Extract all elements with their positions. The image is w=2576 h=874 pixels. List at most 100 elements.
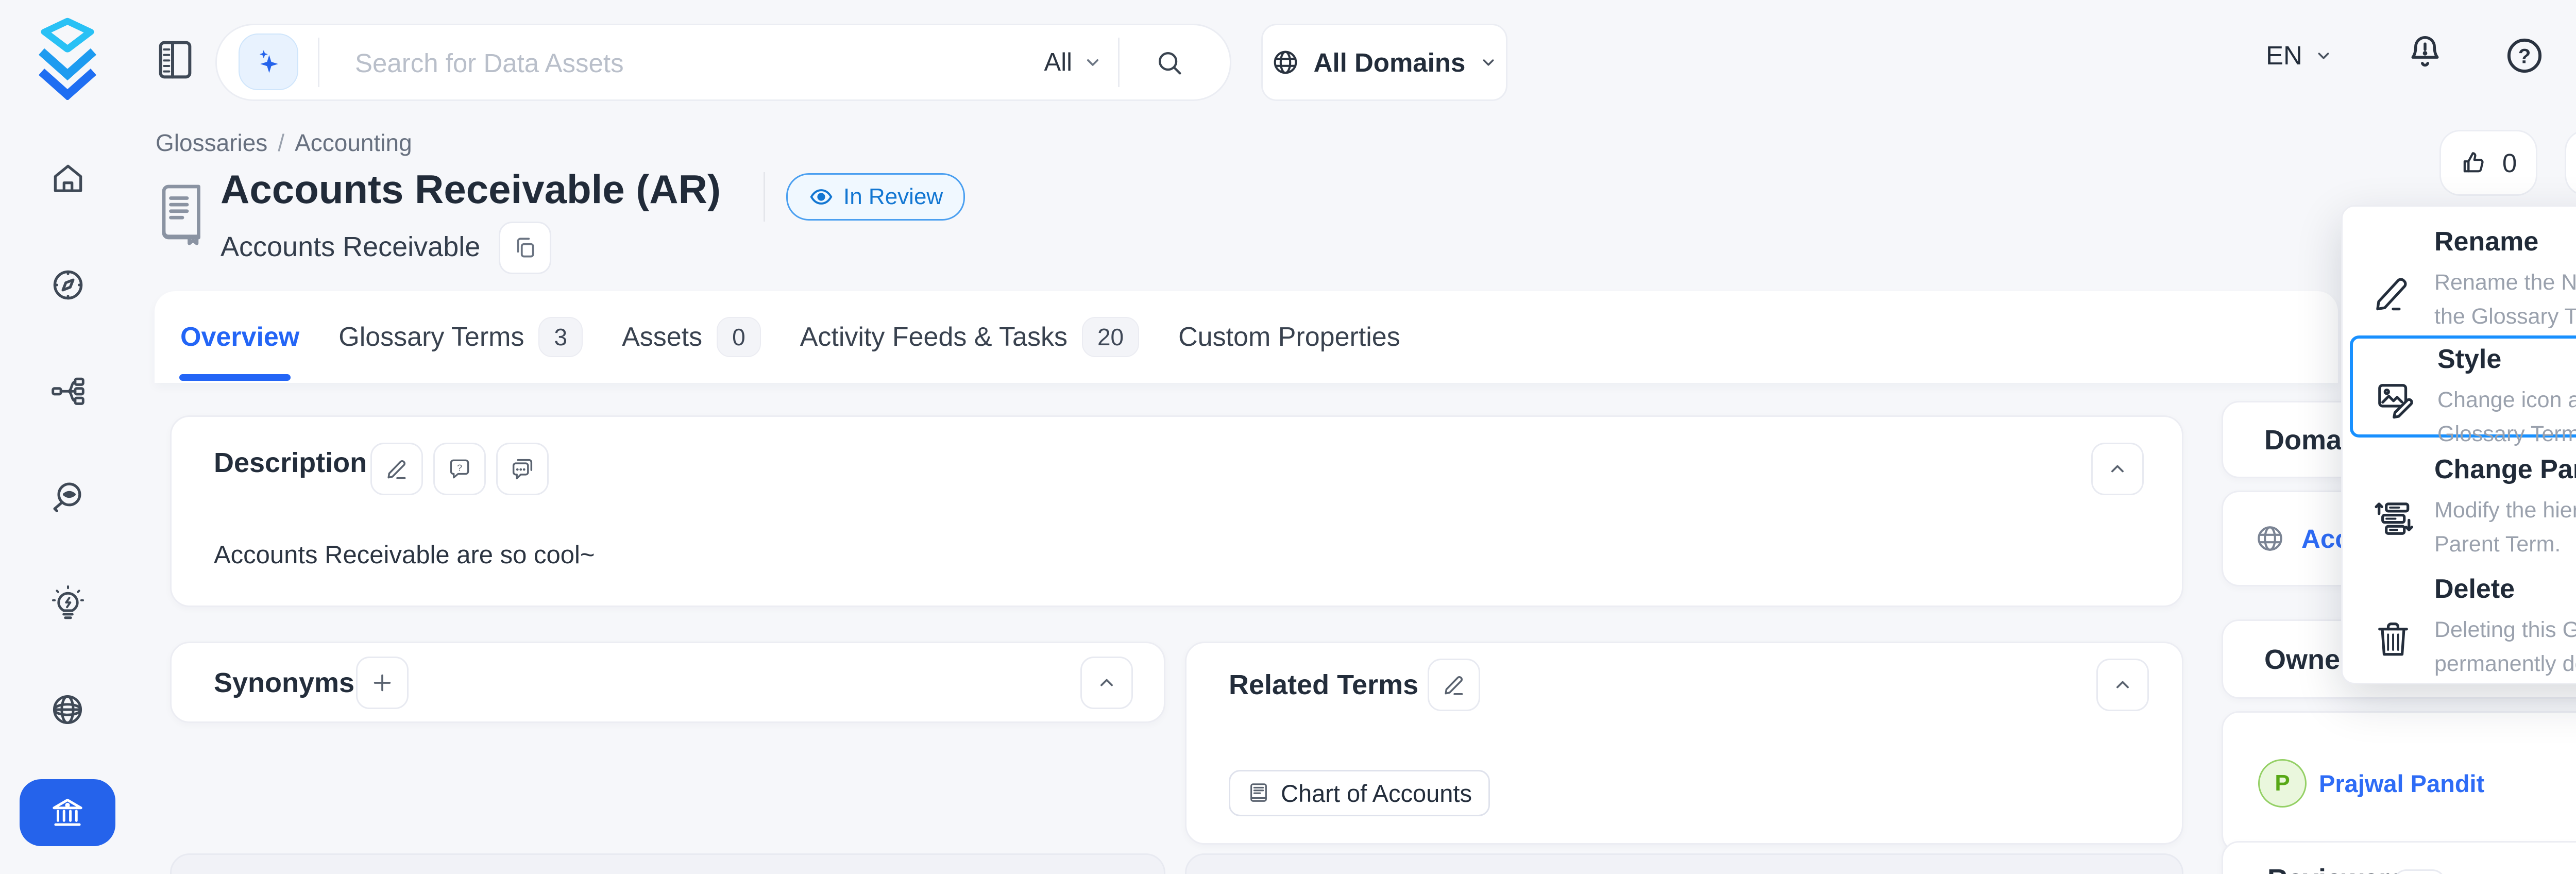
notifications-button[interactable] [2405, 32, 2445, 74]
search-submit[interactable] [1155, 48, 1184, 78]
panel-toggle-icon [155, 37, 196, 82]
description-card: Description ? Accounts Receivable are so… [170, 415, 2183, 607]
sidebar-item-home[interactable] [49, 160, 87, 198]
collapse-description-button[interactable] [2091, 443, 2144, 495]
help-icon: ? [2503, 34, 2546, 77]
chevron-down-icon [1082, 52, 1103, 73]
collapse-related-terms-button[interactable] [2096, 659, 2149, 711]
search-scope-label: All [1044, 48, 1072, 77]
sidebar-item-govern-active[interactable] [20, 779, 115, 846]
tab-count-badge: 3 [538, 317, 583, 357]
svg-text:?: ? [2518, 45, 2531, 68]
breadcrumb-accounting[interactable]: Accounting [295, 129, 412, 157]
search-scope-select[interactable]: All [1044, 25, 1103, 99]
status-badge-label: In Review [843, 184, 943, 210]
svg-text:?: ? [457, 462, 462, 473]
collapse-synonyms-button[interactable] [1080, 657, 1133, 709]
chevron-up-icon [2106, 458, 2129, 480]
app-logo[interactable] [37, 16, 98, 100]
tab-bar: Overview Glossary Terms3 Assets0 Activit… [155, 291, 2338, 383]
related-term-chip[interactable]: Chart of Accounts [1229, 770, 1490, 816]
description-text: Accounts Receivable are so cool~ [214, 541, 595, 569]
breadcrumb-glossaries[interactable]: Glossaries [156, 129, 267, 157]
comment-question-icon: ? [447, 456, 472, 482]
owner-avatar[interactable]: P [2258, 759, 2307, 808]
tab-activity-feeds[interactable]: Activity Feeds & Tasks20 [800, 317, 1139, 357]
trash-icon [2371, 597, 2415, 681]
next-section-card-right [1185, 853, 2183, 874]
search-divider [318, 38, 319, 87]
ai-search-toggle[interactable] [239, 33, 298, 90]
menu-item-description: Modify the hierarchy by changing the Par… [2434, 493, 2576, 561]
description-title: Description [214, 447, 367, 479]
menu-item-title: Change Parent Term [2434, 454, 2576, 485]
chevron-up-icon [2111, 674, 2134, 696]
search-placeholder[interactable]: Search for Data Assets [355, 48, 624, 78]
edit-description-button[interactable] [370, 443, 423, 495]
next-section-card-left [170, 853, 1165, 874]
glossary-book-icon [155, 181, 210, 247]
tab-assets[interactable]: Assets0 [622, 317, 761, 357]
menu-item-style-highlighted[interactable]: Style Change icon and badge color for th… [2350, 335, 2576, 438]
help-button[interactable]: ? [2503, 34, 2546, 77]
eye-icon [808, 184, 834, 210]
glossary-term-page: Search for Data Assets All All Domains E… [0, 0, 2576, 874]
menu-item-delete[interactable]: Delete Deleting this Glossary Term would… [2343, 564, 2576, 681]
menu-item-change-parent-term[interactable]: Change Parent Term Modify the hierarchy … [2343, 445, 2576, 561]
related-terms-card: Related Terms Chart of Accounts [1185, 642, 2183, 845]
title-divider [764, 172, 765, 222]
collapse-reviewers-button[interactable] [2393, 869, 2446, 874]
global-search-bar[interactable]: Search for Data Assets All [215, 24, 1231, 101]
copy-icon [512, 235, 538, 261]
domain-filter-button[interactable]: All Domains [1261, 24, 1507, 101]
left-sidebar [0, 0, 135, 874]
edit-icon [384, 456, 410, 482]
menu-item-title: Rename [2434, 226, 2576, 257]
breadcrumb: Glossaries / Accounting [156, 129, 412, 157]
request-description-button[interactable]: ? [433, 443, 486, 495]
search-eye-icon [49, 478, 87, 516]
search-icon [1155, 48, 1184, 78]
sidebar-toggle-button[interactable] [155, 37, 196, 82]
sidebar-item-insights[interactable] [49, 584, 87, 623]
rename-icon [2371, 250, 2415, 333]
sidebar-item-explore[interactable] [49, 266, 87, 304]
tab-count-badge: 0 [717, 317, 761, 357]
add-synonym-button[interactable] [356, 657, 409, 709]
tab-overview[interactable]: Overview [180, 322, 299, 352]
menu-item-rename[interactable]: Rename Rename the Name and Display Name … [2343, 217, 2576, 333]
sidebar-item-lineage[interactable] [49, 372, 87, 410]
synonyms-card: Synonyms [170, 642, 1165, 723]
chat-threads-icon [509, 456, 536, 482]
comments-button[interactable] [496, 443, 549, 495]
chevron-down-icon [1479, 53, 1498, 72]
sidebar-item-observability[interactable] [49, 478, 87, 516]
edit-related-terms-button[interactable] [1428, 659, 1480, 711]
menu-item-title: Delete [2434, 574, 2576, 604]
home-icon [49, 160, 87, 198]
more-actions-menu: Rename Rename the Name and Display Name … [2341, 205, 2576, 684]
owner-name-link[interactable]: Prajwal Pandit [2319, 769, 2484, 798]
upvote-button[interactable]: 0 [2439, 130, 2537, 196]
menu-item-description: Rename the Name and Display Name for the… [2434, 265, 2576, 333]
sidebar-item-domains[interactable] [47, 691, 88, 729]
copy-name-button[interactable] [499, 222, 551, 274]
breadcrumb-separator: / [278, 129, 284, 157]
tab-glossary-terms[interactable]: Glossary Terms3 [338, 317, 583, 357]
language-selector[interactable]: EN [2266, 40, 2333, 71]
display-name: Accounts Receivable [221, 231, 480, 263]
page-title: Accounts Receivable (AR) [221, 166, 721, 213]
plus-icon [370, 671, 394, 695]
bank-icon [48, 794, 87, 832]
upvote-count: 0 [2502, 148, 2517, 178]
status-badge[interactable]: In Review [786, 173, 965, 221]
globe-icon [2254, 523, 2286, 554]
tab-count-badge: 20 [1082, 317, 1139, 357]
downvote-button[interactable]: 0 [2565, 130, 2576, 196]
chevron-down-icon [2314, 46, 2333, 65]
bell-icon [2405, 32, 2445, 74]
domain-filter-label: All Domains [1314, 47, 1466, 78]
thumbs-up-icon [2460, 148, 2489, 177]
related-terms-title: Related Terms [1229, 669, 1418, 701]
tab-custom-properties[interactable]: Custom Properties [1178, 322, 1400, 352]
